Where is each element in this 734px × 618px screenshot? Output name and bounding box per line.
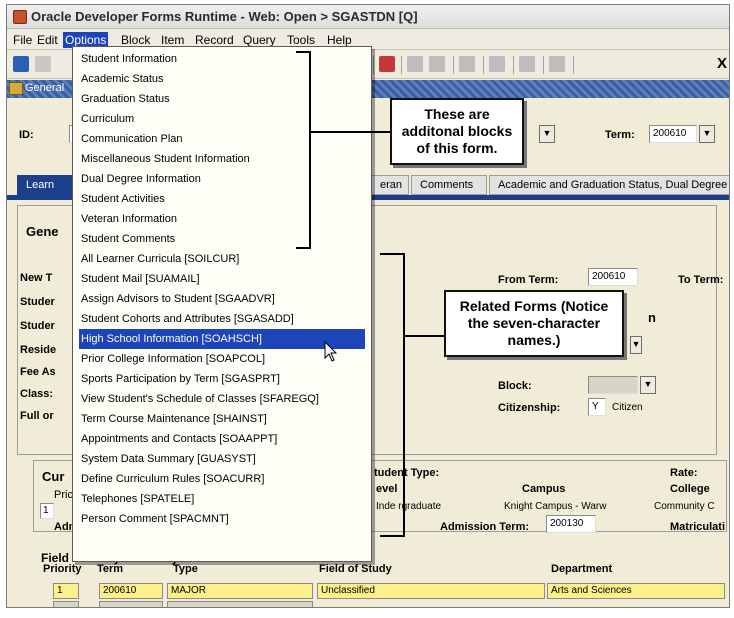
forms-bracket (380, 253, 405, 537)
related-forms-callout: Related Forms (Notice the seven-characte… (444, 290, 624, 357)
blocks-callout: These are additonal blocks of this form. (390, 98, 524, 165)
mouse-pointer-icon (324, 341, 338, 362)
blocks-bracket (296, 51, 311, 249)
